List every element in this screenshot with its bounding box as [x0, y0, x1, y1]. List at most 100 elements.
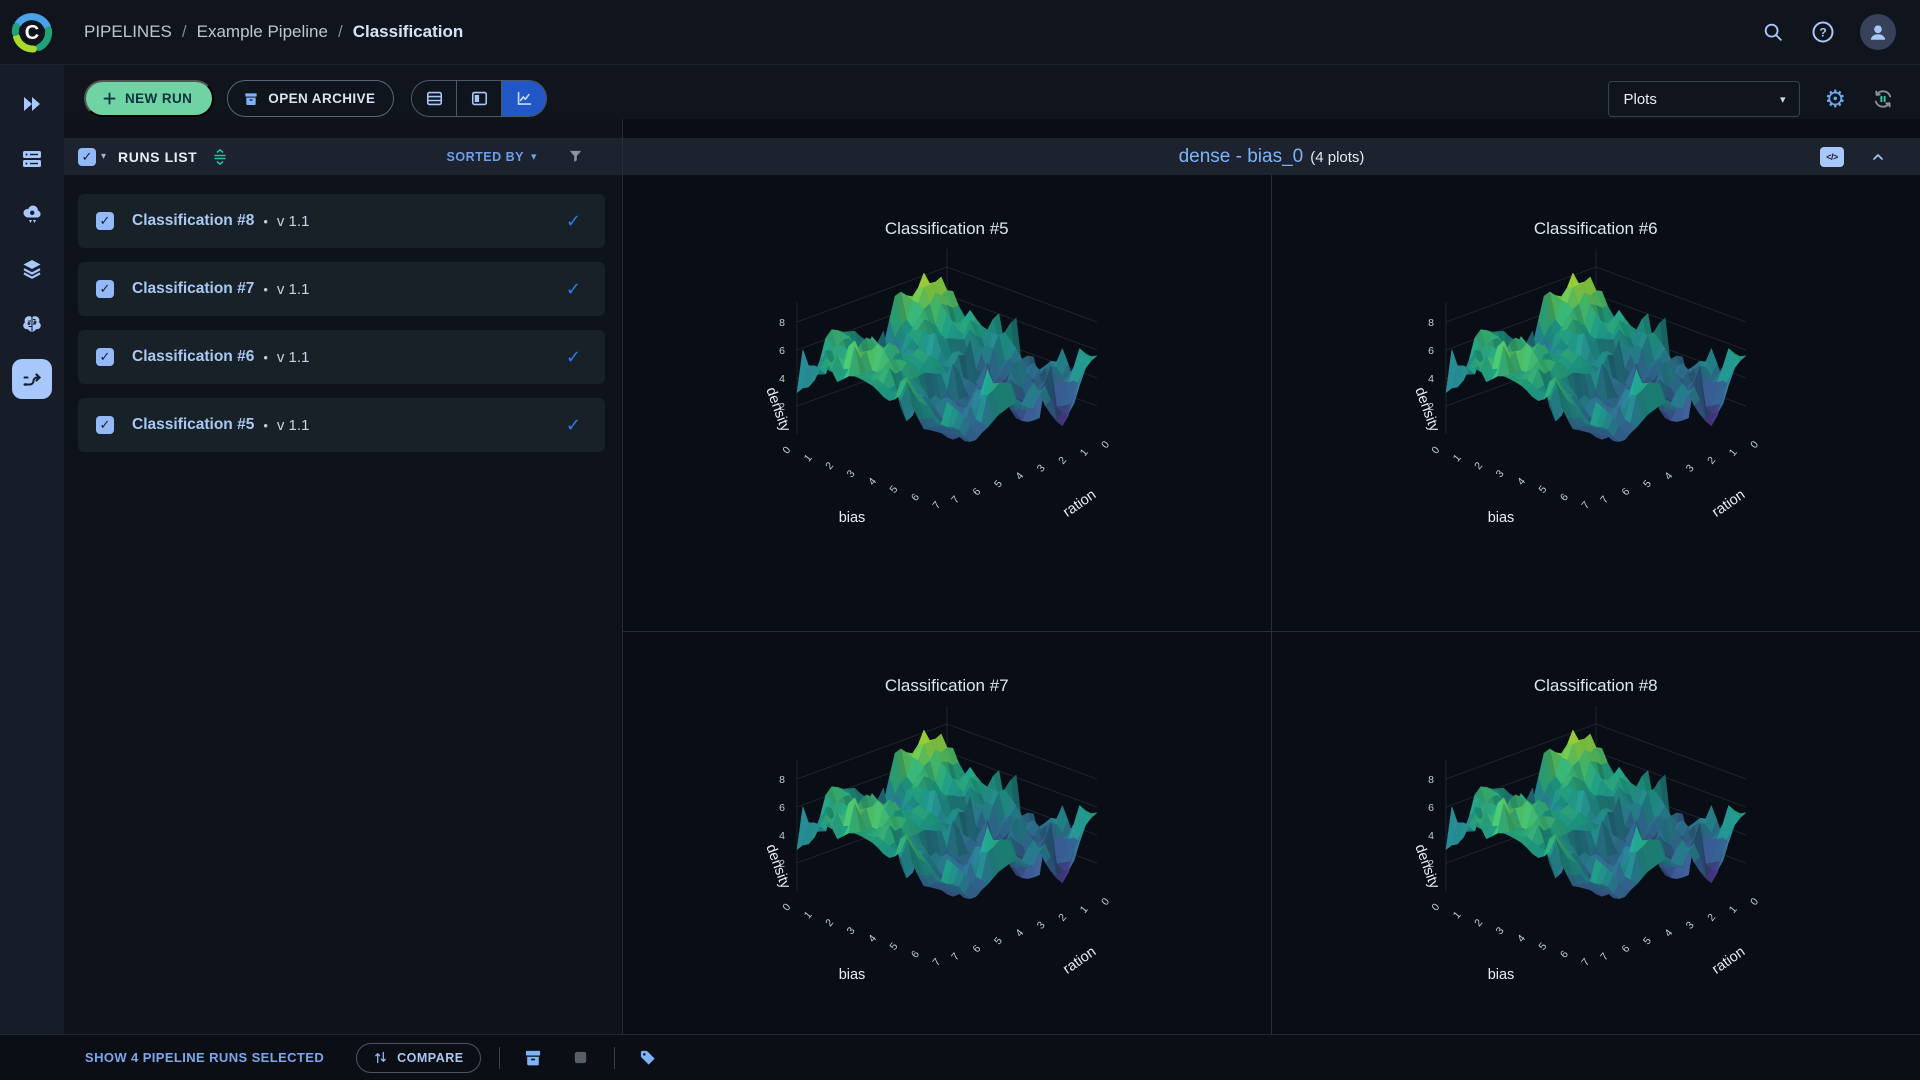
- filter-funnel-icon[interactable]: [567, 148, 584, 165]
- resize-panel-icon[interactable]: [211, 148, 229, 166]
- nav-rail: [0, 65, 64, 1034]
- svg-text:6: 6: [779, 345, 785, 357]
- clearml-logo[interactable]: C: [0, 8, 64, 56]
- settings-gear-icon[interactable]: ⚙: [1824, 87, 1846, 111]
- run-name[interactable]: Classification #7: [132, 280, 254, 298]
- svg-text:4: 4: [1428, 373, 1434, 385]
- run-row-classification-7[interactable]: ✓ Classification #7 • v 1.1 ✓: [78, 262, 605, 316]
- collapse-group-chevron-icon[interactable]: [1870, 149, 1886, 165]
- svg-text:4: 4: [1013, 927, 1026, 939]
- svg-text:2: 2: [1056, 911, 1069, 923]
- run-bullet: •: [263, 350, 268, 365]
- plot-cell: Classification #8 24680123456776543210bi…: [1272, 632, 1920, 1034]
- svg-text:5: 5: [887, 483, 900, 495]
- add-tag-icon[interactable]: [633, 1043, 663, 1073]
- svg-text:ration: ration: [1709, 944, 1748, 978]
- view-toggle-group: [411, 80, 547, 117]
- svg-text:4: 4: [1662, 927, 1675, 939]
- run-checkbox[interactable]: ✓: [96, 348, 114, 366]
- svg-text:4: 4: [1428, 830, 1434, 842]
- run-bullet: •: [263, 418, 268, 433]
- runs-list-title: RUNS LIST: [118, 149, 197, 165]
- run-bullet: •: [263, 282, 268, 297]
- help-icon[interactable]: ?: [1810, 19, 1836, 45]
- runs-list: ✓ Classification #8 • v 1.1 ✓ ✓ Classifi…: [64, 175, 622, 452]
- run-row-classification-5[interactable]: ✓ Classification #5 • v 1.1 ✓: [78, 398, 605, 452]
- run-name[interactable]: Classification #5: [132, 416, 254, 434]
- svg-text:4: 4: [1662, 470, 1675, 482]
- select-all-checkbox[interactable]: ✓: [78, 148, 96, 166]
- run-row-classification-8[interactable]: ✓ Classification #8 • v 1.1 ✓: [78, 194, 605, 248]
- nav-workers-icon[interactable]: [12, 139, 52, 179]
- svg-text:0: 0: [1099, 439, 1112, 451]
- svg-text:6: 6: [970, 943, 983, 955]
- svg-text:4: 4: [779, 830, 785, 842]
- svg-text:density: density: [762, 385, 793, 434]
- search-icon[interactable]: [1760, 19, 1786, 45]
- svg-text:8: 8: [779, 774, 785, 786]
- svg-text:7: 7: [930, 499, 943, 511]
- metric-type-value: Plots: [1623, 91, 1656, 108]
- surface-3d-plot[interactable]: 24680123456776543210biasrationdensity: [732, 249, 1162, 584]
- nav-projects-icon[interactable]: [12, 84, 52, 124]
- run-name[interactable]: Classification #8: [132, 212, 254, 230]
- user-avatar[interactable]: [1860, 14, 1896, 50]
- svg-text:0: 0: [780, 901, 793, 913]
- svg-text:1: 1: [801, 452, 814, 464]
- auto-refresh-icon[interactable]: [1870, 86, 1896, 112]
- embed-code-icon[interactable]: </>: [1820, 147, 1844, 167]
- nav-pipelines-icon[interactable]: [12, 359, 52, 399]
- svg-text:density: density: [1411, 385, 1442, 434]
- breadcrumb-project[interactable]: Example Pipeline: [197, 22, 328, 42]
- plot-title: Classification #6: [1534, 219, 1658, 239]
- svg-text:5: 5: [1536, 940, 1549, 952]
- plot-cell: Classification #5 24680123456776543210bi…: [623, 175, 1272, 632]
- topbar-actions: ?: [1760, 14, 1920, 50]
- selection-summary[interactable]: SHOW 4 PIPELINE RUNS SELECTED: [85, 1050, 324, 1065]
- chevron-down-icon: ▾: [531, 150, 537, 163]
- plot-group-title[interactable]: dense - bias_0: [1179, 146, 1304, 168]
- svg-text:6: 6: [1558, 491, 1571, 503]
- svg-text:3: 3: [1035, 462, 1048, 474]
- run-selected-check-icon: ✓: [566, 347, 581, 368]
- svg-text:5: 5: [1641, 935, 1654, 947]
- svg-text:6: 6: [1558, 948, 1571, 960]
- surface-3d-plot[interactable]: 24680123456776543210biasrationdensity: [1381, 706, 1811, 1034]
- compare-button[interactable]: COMPARE: [356, 1043, 480, 1073]
- metric-type-dropdown[interactable]: Plots ▾: [1608, 81, 1800, 117]
- svg-text:3: 3: [1493, 925, 1506, 937]
- svg-text:8: 8: [1428, 774, 1434, 786]
- run-checkbox[interactable]: ✓: [96, 280, 114, 298]
- person-icon: [1867, 21, 1889, 43]
- plots-grid: Classification #5 24680123456776543210bi…: [623, 175, 1920, 1034]
- table-view-toggle[interactable]: [412, 81, 457, 116]
- run-version: v 1.1: [277, 417, 310, 434]
- open-archive-button[interactable]: OPEN ARCHIVE: [227, 80, 394, 117]
- select-all-caret-icon[interactable]: ▾: [101, 151, 106, 162]
- charts-view-toggle[interactable]: [502, 81, 546, 116]
- sorted-by-dropdown[interactable]: SORTED BY ▾: [447, 150, 537, 164]
- svg-text:6: 6: [1428, 802, 1434, 814]
- split-view-toggle[interactable]: [457, 81, 502, 116]
- nav-datasets-icon[interactable]: [12, 249, 52, 289]
- svg-text:3: 3: [1035, 919, 1048, 931]
- run-checkbox[interactable]: ✓: [96, 416, 114, 434]
- nav-serving-icon[interactable]: [12, 194, 52, 234]
- breadcrumb-pipelines[interactable]: PIPELINES: [84, 22, 172, 42]
- toolbar-right: Plots ▾ ⚙: [1608, 81, 1896, 117]
- run-row-classification-6[interactable]: ✓ Classification #6 • v 1.1 ✓: [78, 330, 605, 384]
- surface-3d-plot[interactable]: 24680123456776543210biasrationdensity: [732, 706, 1162, 1034]
- svg-text:C: C: [25, 22, 39, 44]
- new-run-button[interactable]: NEW RUN: [84, 80, 214, 117]
- svg-text:6: 6: [1619, 486, 1632, 498]
- run-selected-check-icon: ✓: [566, 279, 581, 300]
- surface-3d-plot[interactable]: 24680123456776543210biasrationdensity: [1381, 249, 1811, 584]
- run-checkbox[interactable]: ✓: [96, 212, 114, 230]
- run-name[interactable]: Classification #6: [132, 348, 254, 366]
- svg-text:3: 3: [1684, 462, 1697, 474]
- svg-text:5: 5: [1536, 483, 1549, 495]
- nav-models-icon[interactable]: [12, 304, 52, 344]
- svg-text:7: 7: [1598, 494, 1611, 506]
- archive-selected-icon[interactable]: [518, 1043, 548, 1073]
- plot-title: Classification #7: [885, 676, 1009, 696]
